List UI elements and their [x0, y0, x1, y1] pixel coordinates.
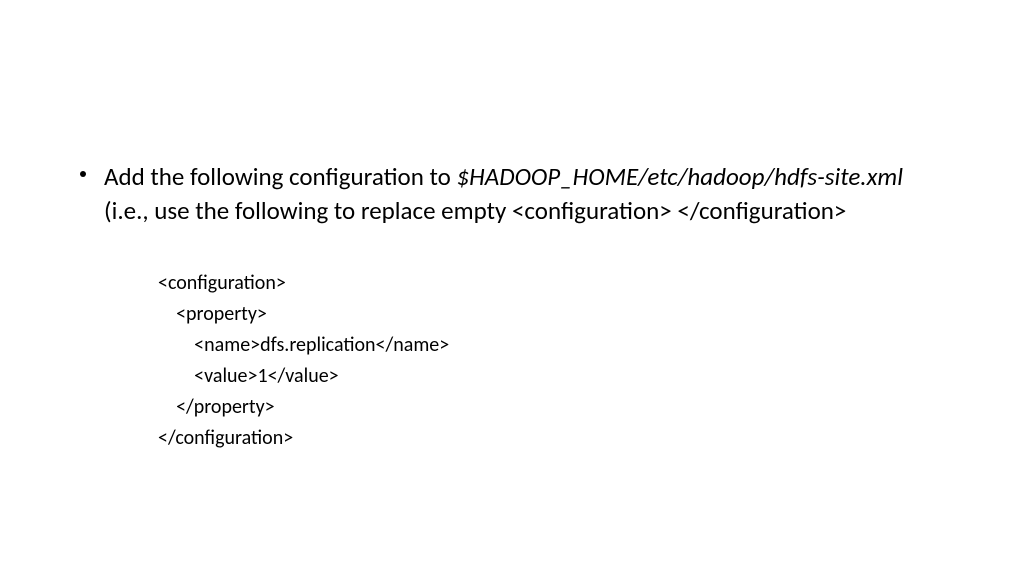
slide-content: Add the following configuration to $HADO…	[0, 0, 1024, 454]
bullet-item: Add the following configuration to $HADO…	[80, 160, 944, 228]
code-line: <name>dfs.replication</name>	[158, 330, 944, 361]
code-block: <configuration> <property> <name>dfs.rep…	[158, 268, 944, 454]
code-line: </configuration>	[158, 423, 944, 454]
code-line: <value>1</value>	[158, 361, 944, 392]
code-line: </property>	[158, 392, 944, 423]
code-line: <configuration>	[158, 268, 944, 299]
code-line: <property>	[158, 299, 944, 330]
bullet-dot-icon	[80, 171, 86, 177]
bullet-text-path: $HADOOP_HOME/etc/hadoop/hdfs-site.xml	[456, 161, 902, 192]
bullet-text-prefix: Add the following configuration to	[104, 161, 456, 192]
bullet-text-suffix: (i.e., use the following to replace empt…	[104, 195, 846, 226]
